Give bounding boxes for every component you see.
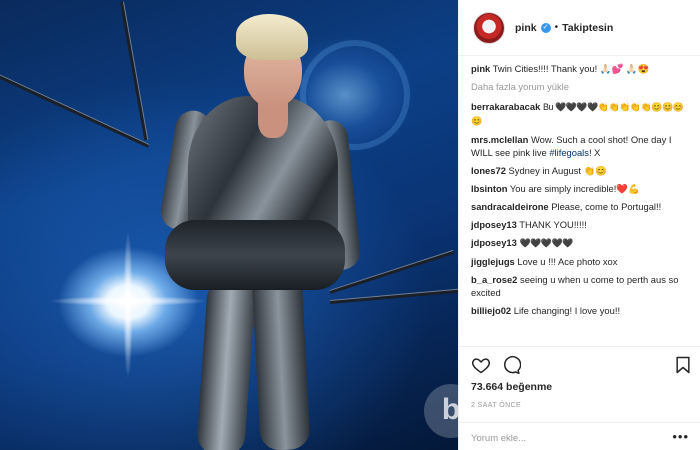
- post-side-panel: pink ✓ • Takiptesin pink Twin Cities!!!!…: [458, 0, 700, 450]
- comment-text: Sydney in August 👏😊: [508, 165, 607, 176]
- comment-username[interactable]: berrakarabacak: [471, 101, 540, 112]
- comment-username[interactable]: mrs.mclellan: [471, 134, 528, 145]
- list-item: lbsinton You are simply incredible!❤️💪: [471, 182, 693, 195]
- list-item: berrakarabacak Bu 🖤🖤🖤🖤👏👏👏👏👏😊😊😊😊: [471, 100, 693, 128]
- comment-username[interactable]: jigglejugs: [471, 256, 515, 267]
- comment-username[interactable]: jdposey13: [471, 219, 517, 230]
- comment-text: Life changing! I love you!!: [513, 305, 621, 316]
- list-item: jigglejugs Love u !!! Ace photo xox: [471, 255, 693, 268]
- comment-username[interactable]: pink: [471, 63, 490, 74]
- harness-cable: [0, 70, 150, 148]
- post-header: pink ✓ • Takiptesin: [459, 0, 700, 56]
- caption: pink Twin Cities!!!! Thank you! 🙏🏻💕 🙏🏻😍: [471, 62, 693, 75]
- more-icon[interactable]: •••: [672, 429, 689, 444]
- comment-text: Please, come to Portugal!!: [551, 201, 662, 212]
- post-photo[interactable]: b: [0, 0, 458, 450]
- bookmark-icon[interactable]: [673, 355, 693, 375]
- action-icons: [471, 355, 693, 377]
- comment-username[interactable]: b_a_rose2: [471, 274, 517, 285]
- header-username[interactable]: pink: [515, 22, 537, 34]
- heart-icon[interactable]: [471, 355, 491, 375]
- performer-leg: [251, 268, 311, 450]
- flying-harness: [165, 220, 345, 290]
- list-item: b_a_rose2 seeing u when u come to perth …: [471, 273, 693, 299]
- comment-icon[interactable]: [501, 355, 521, 375]
- lens-flare: [123, 230, 133, 380]
- verified-icon: ✓: [540, 22, 551, 33]
- list-item: sandracaldeirone Please, come to Portuga…: [471, 200, 693, 213]
- like-count[interactable]: 73.664 beğenme: [471, 381, 552, 393]
- list-item: mrs.mclellan Wow. Such a cool shot! One …: [471, 133, 693, 159]
- load-more-comments-link[interactable]: Daha fazla yorum yükle: [471, 80, 693, 93]
- comment-username[interactable]: sandracaldeirone: [471, 201, 549, 212]
- list-item: jdposey13 THANK YOU!!!!!: [471, 218, 693, 231]
- hashtag-link[interactable]: #lifegoals: [549, 147, 589, 158]
- watermark-logo: b: [424, 384, 458, 438]
- comment-input[interactable]: [471, 430, 651, 446]
- header-separator: •: [554, 22, 559, 33]
- harness-cable: [120, 1, 149, 141]
- comment-list[interactable]: pink Twin Cities!!!! Thank you! 🙏🏻💕 🙏🏻😍 …: [471, 62, 693, 346]
- comment-username[interactable]: lones72: [471, 165, 506, 176]
- post-timestamp[interactable]: 2 SAAT ÖNCE: [471, 402, 521, 409]
- comment-text-tail: ! X: [588, 147, 601, 158]
- harness-cable: [329, 287, 458, 304]
- follow-status-button[interactable]: Takiptesin: [562, 22, 613, 34]
- list-item: lones72 Sydney in August 👏😊: [471, 164, 693, 177]
- comment-text: 🖤🖤🖤🖤🖤: [519, 238, 573, 248]
- comment-username[interactable]: billiejo02: [471, 305, 511, 316]
- avatar[interactable]: [473, 11, 505, 44]
- add-comment-bar: •••: [459, 422, 700, 450]
- performer-hair: [236, 14, 308, 60]
- list-item: billiejo02 Life changing! I love you!!: [471, 304, 693, 317]
- comment-text: Love u !!! Ace photo xox: [517, 256, 618, 267]
- comment-username[interactable]: jdposey13: [471, 237, 517, 248]
- post-actions: 73.664 beğenme 2 SAAT ÖNCE •••: [459, 346, 700, 450]
- comment-text: THANK YOU!!!!!: [519, 219, 587, 230]
- comment-username[interactable]: lbsinton: [471, 183, 507, 194]
- list-item: jdposey13 🖤🖤🖤🖤🖤: [471, 236, 693, 250]
- comment-text: Twin Cities!!!! Thank you! 🙏🏻💕 🙏🏻😍: [492, 63, 650, 74]
- comment-text: You are simply incredible!❤️💪: [509, 183, 640, 194]
